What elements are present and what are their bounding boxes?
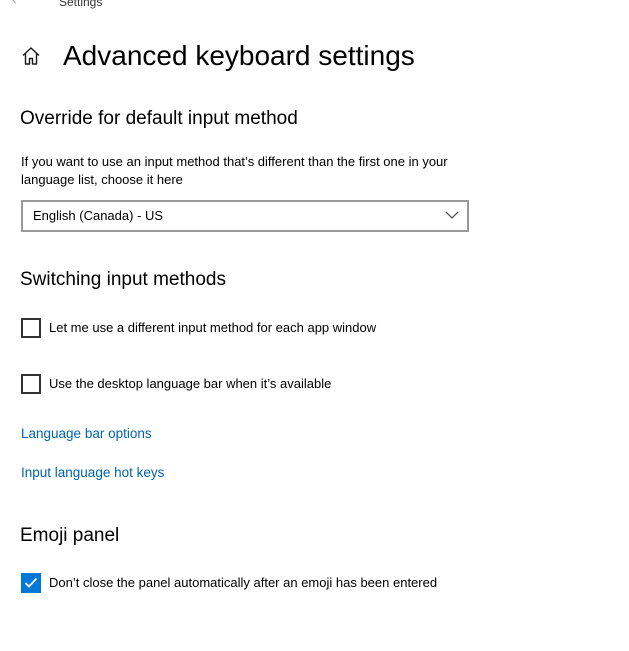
window-title: Settings [59, 0, 103, 9]
page-title: Advanced keyboard settings [63, 40, 415, 71]
home-icon[interactable] [20, 45, 42, 67]
chevron-down-icon [445, 211, 459, 219]
switching-heading: Switching input methods [20, 269, 226, 290]
desktop-language-bar-label: Use the desktop language bar when it’s a… [49, 376, 332, 391]
default-input-method-dropdown[interactable]: English (Canada) - US [21, 200, 469, 232]
per-app-input-label: Let me use a different input method for … [49, 320, 377, 335]
desktop-language-bar-checkbox[interactable] [21, 374, 41, 394]
override-description: If you want to use an input method that’… [21, 154, 448, 187]
back-arrow-icon[interactable]: ‹ [12, 0, 17, 6]
override-heading: Override for default input method [20, 108, 298, 129]
language-bar-options-link[interactable]: Language bar options [21, 425, 152, 443]
per-app-input-checkbox[interactable] [21, 318, 41, 338]
title-bar: ‹ Settings [0, 0, 629, 10]
input-language-hot-keys-link[interactable]: Input language hot keys [21, 464, 164, 482]
emoji-keep-open-label: Don’t close the panel automatically afte… [49, 575, 438, 590]
emoji-heading: Emoji panel [20, 525, 120, 546]
dropdown-selected-value: English (Canada) - US [33, 208, 164, 223]
checkmark-icon [24, 577, 38, 588]
emoji-keep-open-checkbox[interactable] [21, 573, 41, 593]
